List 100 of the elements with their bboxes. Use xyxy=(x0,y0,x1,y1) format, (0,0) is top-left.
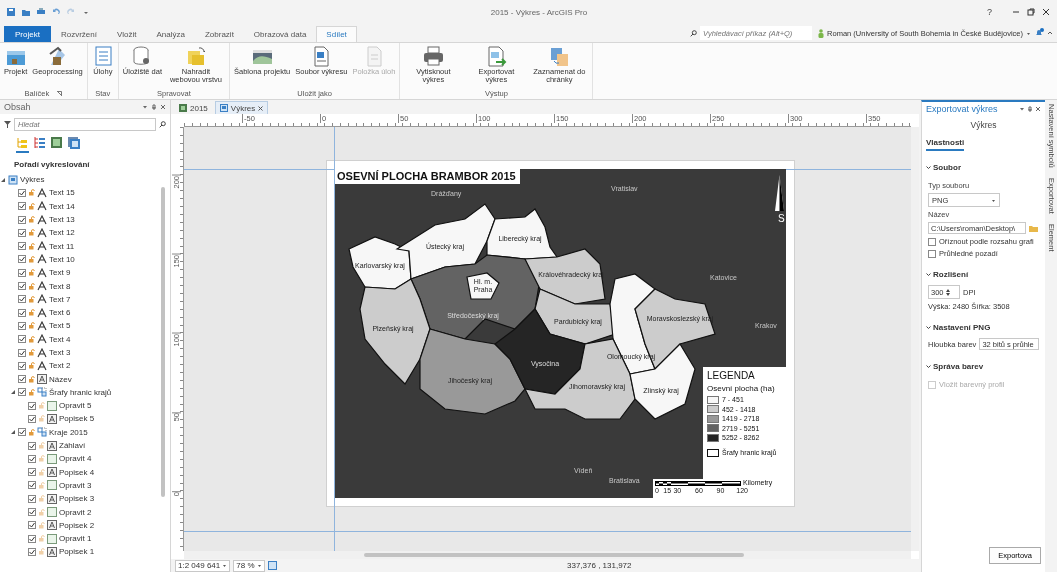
checkbox[interactable] xyxy=(18,428,26,437)
checkbox[interactable] xyxy=(18,282,26,290)
layer-name[interactable]: Text 15 xyxy=(49,188,75,198)
scrollbar[interactable] xyxy=(911,127,919,551)
layer-name[interactable]: Text 9 xyxy=(49,268,71,278)
help-button[interactable]: ? xyxy=(987,7,992,17)
checkbox[interactable] xyxy=(28,508,36,517)
scale-dropdown[interactable]: 1:2 049 641 xyxy=(175,559,231,572)
checkbox[interactable] xyxy=(18,255,26,264)
layer-name[interactable]: Text 3 xyxy=(49,348,71,357)
layer-name[interactable]: Text 13 xyxy=(49,215,75,225)
checkbox[interactable] xyxy=(18,375,26,384)
layer-name[interactable]: Opravit 2 xyxy=(59,507,92,517)
checkbox[interactable] xyxy=(18,348,26,357)
checkbox[interactable] xyxy=(28,454,36,463)
scrollbar[interactable] xyxy=(364,553,744,557)
caret-icon[interactable] xyxy=(1026,30,1031,36)
section-header[interactable]: Soubor xyxy=(926,163,1041,172)
checkbox[interactable] xyxy=(18,321,26,330)
search-icon[interactable] xyxy=(159,121,166,128)
layer-name[interactable]: Popisek 1 xyxy=(59,547,95,557)
checkbox[interactable] xyxy=(28,441,36,450)
layer-name[interactable]: Šrafy hranic krajů xyxy=(49,387,112,397)
ribbon-tab[interactable]: Analýza xyxy=(146,26,195,42)
filter-icon[interactable] xyxy=(4,121,11,128)
close-icon[interactable] xyxy=(258,105,264,111)
layer-name[interactable]: Text 10 xyxy=(49,254,75,264)
checkbox[interactable] xyxy=(928,237,936,246)
checkbox[interactable] xyxy=(28,534,36,543)
pin-icon[interactable] xyxy=(1027,106,1033,112)
checkbox[interactable] xyxy=(18,388,26,397)
checkbox[interactable] xyxy=(18,308,26,317)
checkbox[interactable] xyxy=(28,468,36,477)
view-tab[interactable] xyxy=(16,136,29,153)
layer-name[interactable]: Opravit 5 xyxy=(59,401,92,411)
layer-name[interactable]: Výkres xyxy=(20,175,45,185)
layer-name[interactable]: Text 6 xyxy=(49,308,71,318)
scrollbar[interactable] xyxy=(161,187,165,497)
layer-name[interactable]: Opravit 1 xyxy=(59,534,92,544)
layer-name[interactable]: Popisek 2 xyxy=(59,520,95,530)
checkbox[interactable] xyxy=(18,228,26,237)
layer-name[interactable]: Text 11 xyxy=(49,241,75,251)
checkbox[interactable] xyxy=(28,481,36,490)
dropdown-icon[interactable] xyxy=(142,104,148,110)
print-icon[interactable] xyxy=(36,7,46,17)
layer-name[interactable]: Popisek 3 xyxy=(59,494,95,504)
checkbox[interactable] xyxy=(28,415,36,423)
layer-name[interactable]: Text 7 xyxy=(49,294,71,304)
collapse-arrow-icon[interactable] xyxy=(10,429,16,436)
checkbox[interactable] xyxy=(28,547,36,556)
layer-name[interactable]: Text 12 xyxy=(49,228,75,238)
ribbon-tab[interactable]: Vložit xyxy=(106,26,147,42)
document-tab[interactable]: Výkres xyxy=(214,101,269,114)
page-fit-icon[interactable] xyxy=(267,561,277,570)
section-header[interactable]: Nastavení PNG xyxy=(926,323,1041,332)
close-icon[interactable] xyxy=(160,104,166,110)
layer-name[interactable]: Opravit 3 xyxy=(59,480,92,490)
ribbon-tab[interactable]: Zobrazit xyxy=(194,26,244,42)
layer-name[interactable]: Popisek 4 xyxy=(59,467,95,477)
close-icon[interactable] xyxy=(1041,7,1051,17)
checkbox[interactable] xyxy=(18,268,26,277)
restore-icon[interactable] xyxy=(1026,7,1036,17)
layer-name[interactable]: Text 5 xyxy=(49,321,71,331)
open-icon[interactable] xyxy=(21,7,31,17)
section-header[interactable]: Správa barev xyxy=(926,362,1041,371)
layer-name[interactable]: Text 2 xyxy=(49,361,71,371)
checkbox[interactable] xyxy=(28,401,36,410)
ribbon-tab[interactable]: Sdílet xyxy=(316,26,357,42)
layer-name[interactable]: Popisek 5 xyxy=(59,414,95,424)
checkbox[interactable] xyxy=(28,521,36,530)
bell-icon[interactable] xyxy=(1034,28,1044,38)
dialog-launcher-icon[interactable] xyxy=(57,91,63,96)
pin-icon[interactable] xyxy=(151,104,157,110)
project-menu-tab[interactable]: Projekt xyxy=(4,26,51,42)
checkbox[interactable] xyxy=(18,202,26,211)
ribbon-tab[interactable]: Obrazová data xyxy=(243,26,317,42)
checkbox[interactable] xyxy=(18,188,26,197)
properties-tab[interactable]: Vlastnosti xyxy=(926,138,965,151)
zoom-dropdown[interactable]: 78 % xyxy=(233,559,265,572)
checkbox[interactable] xyxy=(28,494,36,503)
layer-name[interactable]: Text 8 xyxy=(49,281,71,291)
collapse-arrow-icon[interactable] xyxy=(0,176,6,183)
dropdown-icon[interactable] xyxy=(1019,106,1025,112)
checkbox[interactable] xyxy=(18,215,26,224)
section-header[interactable]: Rozlišení xyxy=(926,270,1041,279)
layer-name[interactable]: Opravit 4 xyxy=(59,454,92,464)
document-tab[interactable]: 2015 xyxy=(174,101,213,114)
layer-name[interactable]: Název xyxy=(49,374,72,384)
layer-name[interactable]: Záhlaví xyxy=(59,441,86,451)
collapse-icon[interactable] xyxy=(1047,30,1053,36)
checkbox[interactable] xyxy=(18,361,26,370)
ribbon-tab[interactable]: Rozvržení xyxy=(50,26,107,42)
checkbox[interactable] xyxy=(18,295,26,304)
layer-name[interactable]: Text 14 xyxy=(49,201,75,211)
save-icon[interactable] xyxy=(6,7,16,17)
close-icon[interactable] xyxy=(1035,106,1041,112)
checkbox[interactable] xyxy=(18,335,26,344)
layer-name[interactable]: Kraje 2015 xyxy=(49,427,88,437)
checkbox[interactable] xyxy=(928,249,936,258)
checkbox[interactable] xyxy=(18,242,26,251)
